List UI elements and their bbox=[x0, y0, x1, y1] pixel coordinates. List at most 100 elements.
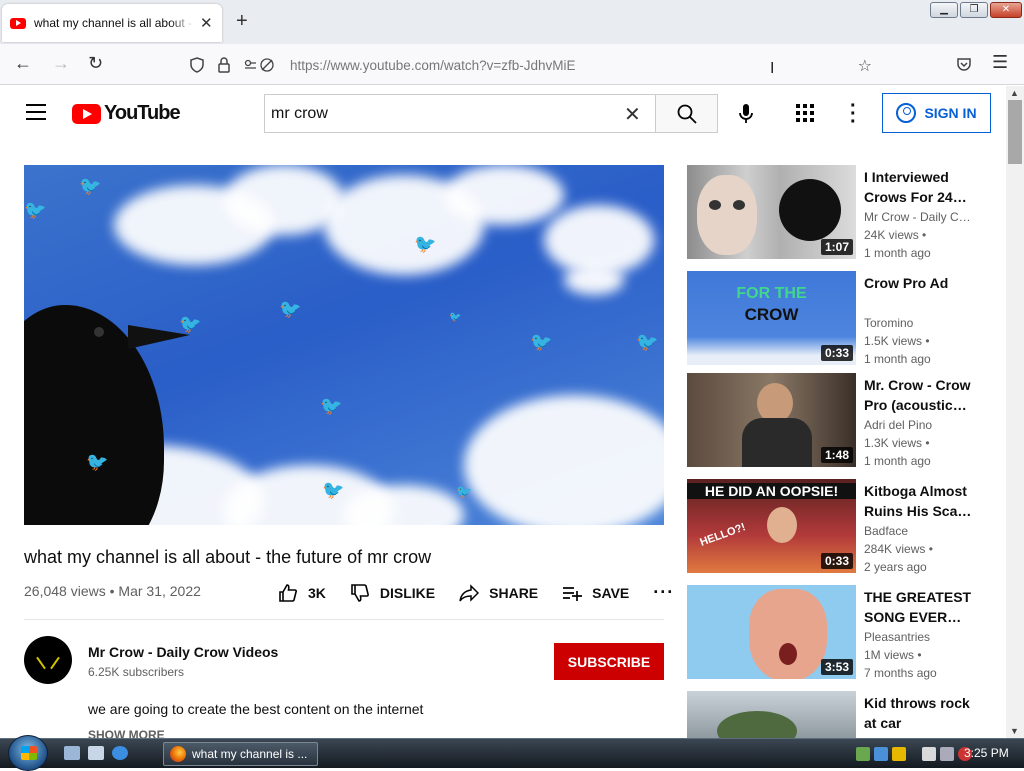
related-age: 1 month ago bbox=[864, 454, 931, 468]
sign-in-button[interactable]: SIGN IN bbox=[882, 93, 991, 133]
minimize-button[interactable]: ▁ bbox=[930, 2, 958, 18]
start-button[interactable] bbox=[8, 735, 48, 771]
thumb-text: FOR THE bbox=[736, 285, 807, 302]
related-views: 1M views • bbox=[864, 648, 922, 662]
playlist-add-icon bbox=[563, 586, 583, 601]
browser-tab[interactable]: what my channel is all about - the futur… bbox=[2, 4, 222, 42]
forward-icon[interactable]: → bbox=[52, 53, 70, 74]
apps-icon[interactable] bbox=[796, 104, 814, 122]
related-age: 1 month ago bbox=[864, 352, 931, 366]
related-title[interactable]: I Interviewed Crows For 24… bbox=[864, 167, 974, 207]
subscriber-count: 6.25K subscribers bbox=[88, 665, 185, 679]
video-thumbnail[interactable]: 1:48 bbox=[687, 373, 856, 467]
related-channel[interactable]: Mr Crow - Daily C… bbox=[864, 210, 974, 224]
related-title[interactable]: THE GREATEST SONG EVER… bbox=[864, 587, 974, 627]
youtube-logo[interactable]: YouTube bbox=[72, 102, 181, 125]
browser-menu-icon[interactable]: ☰ bbox=[992, 52, 1008, 73]
pocket-icon[interactable] bbox=[956, 56, 972, 72]
thumb-text: CROW bbox=[744, 305, 799, 324]
video-duration: 0:33 bbox=[820, 345, 853, 361]
video-thumbnail[interactable]: HE DID AN OOPSIE! HELLO?! 0:33 bbox=[687, 479, 856, 573]
related-channel[interactable]: Badface bbox=[864, 524, 974, 538]
youtube-header: YouTube ✕ ··· SIGN IN bbox=[0, 86, 1006, 142]
star-icon[interactable]: ☆ bbox=[858, 56, 872, 76]
url-bar[interactable]: https://www.youtube.com/watch?v=zfb-Jdhv… bbox=[180, 50, 880, 80]
channel-name[interactable]: Mr Crow - Daily Crow Videos bbox=[88, 644, 278, 660]
voice-search-button[interactable] bbox=[728, 96, 764, 132]
video-thumbnail[interactable]: 3:53 bbox=[687, 585, 856, 679]
tray-monitor-icon[interactable] bbox=[940, 747, 954, 761]
related-channel[interactable]: Toromino bbox=[864, 316, 974, 330]
related-title[interactable]: Kitboga Almost Ruins His Sca… bbox=[864, 481, 974, 521]
thumb-text: HELLO?! bbox=[698, 521, 748, 549]
scroll-up-arrow-icon[interactable]: ▲ bbox=[1010, 88, 1019, 98]
related-age: 2 years ago bbox=[864, 560, 927, 574]
taskbar-firefox-window[interactable]: what my channel is ... bbox=[163, 742, 318, 766]
more-vert-icon[interactable]: · · · bbox=[850, 96, 857, 132]
related-channel[interactable]: Pleasantries bbox=[864, 630, 974, 644]
tray-network-icon[interactable] bbox=[856, 747, 870, 761]
clock[interactable]: 3:25 PM bbox=[964, 746, 1009, 760]
video-description: we are going to create the best content … bbox=[88, 701, 424, 717]
related-channel[interactable]: Adri del Pino bbox=[864, 418, 974, 432]
related-video[interactable]: 1:07 I Interviewed Crows For 24… Mr Crow… bbox=[687, 165, 987, 261]
tray-app-icon[interactable] bbox=[892, 747, 906, 761]
video-duration: 0:33 bbox=[820, 553, 853, 569]
internet-explorer-icon[interactable] bbox=[112, 746, 128, 760]
related-video[interactable]: 3:53 THE GREATEST SONG EVER… Pleasantrie… bbox=[687, 585, 987, 681]
page-scrollbar[interactable]: ▲ ▼ bbox=[1006, 86, 1024, 738]
switch-windows-icon[interactable] bbox=[88, 746, 104, 760]
related-age: 1 month ago bbox=[864, 246, 931, 260]
like-button[interactable]: 3K bbox=[278, 583, 326, 603]
related-video[interactable]: HE DID AN OOPSIE! HELLO?! 0:33 Kitboga A… bbox=[687, 479, 987, 575]
video-thumbnail[interactable]: 1:07 bbox=[687, 165, 856, 259]
save-button[interactable]: SAVE bbox=[562, 585, 629, 601]
related-title[interactable]: Crow Pro Ad bbox=[864, 273, 974, 293]
clear-search-icon[interactable]: ✕ bbox=[624, 102, 641, 127]
show-desktop-icon[interactable] bbox=[64, 746, 80, 760]
lock-icon[interactable] bbox=[218, 57, 230, 73]
tab-title: what my channel is all about - the futur… bbox=[34, 16, 194, 30]
related-video[interactable]: Kid throws rock at car bbox=[687, 691, 987, 738]
firefox-icon bbox=[170, 746, 186, 762]
search-input[interactable] bbox=[264, 94, 655, 133]
related-views: 1.5K views • bbox=[864, 334, 930, 348]
video-title: what my channel is all about - the futur… bbox=[24, 547, 432, 567]
tab-close-icon[interactable]: ✕ bbox=[200, 14, 213, 32]
more-horiz-icon[interactable]: ··· bbox=[653, 582, 674, 603]
related-title[interactable]: Mr. Crow - Crow Pro (acoustic… bbox=[864, 375, 974, 415]
tray-app-icon[interactable] bbox=[874, 747, 888, 761]
restore-button[interactable]: ❐ bbox=[960, 2, 988, 18]
video-thumbnail[interactable] bbox=[687, 691, 856, 738]
related-views: 24K views • bbox=[864, 228, 927, 242]
dislike-button[interactable]: DISLIKE bbox=[350, 583, 435, 603]
search-button[interactable] bbox=[655, 94, 718, 133]
save-label: SAVE bbox=[592, 584, 630, 601]
subscribe-button[interactable]: SUBSCRIBE bbox=[554, 643, 664, 680]
channel-avatar[interactable] bbox=[24, 636, 72, 684]
search-box: ✕ bbox=[264, 94, 718, 133]
scroll-down-arrow-icon[interactable]: ▼ bbox=[1010, 726, 1019, 736]
close-window-button[interactable]: ✕ bbox=[990, 2, 1022, 18]
share-button[interactable]: SHARE bbox=[459, 583, 539, 602]
reload-icon[interactable]: ↻ bbox=[88, 53, 103, 74]
shield-icon[interactable] bbox=[190, 57, 204, 73]
new-tab-plus-icon[interactable]: + bbox=[236, 10, 248, 33]
related-views: 1.3K views • bbox=[864, 436, 930, 450]
related-video[interactable]: FOR THE CROW 0:33 Crow Pro Ad Toromino 1… bbox=[687, 271, 987, 367]
video-thumbnail[interactable]: FOR THE CROW 0:33 bbox=[687, 271, 856, 365]
youtube-wordmark: YouTube bbox=[104, 102, 181, 124]
video-player[interactable]: 🐦 🐦 🐦 🐦 🐦 🐦 🐦 🐦 🐦 🐦 🐦 🐦 bbox=[24, 165, 664, 525]
related-title[interactable]: Kid throws rock at car bbox=[864, 693, 974, 733]
permissions-icon[interactable] bbox=[244, 57, 276, 73]
publish-date: Mar 31, 2022 bbox=[118, 583, 201, 599]
tray-monitor-icon[interactable] bbox=[922, 747, 936, 761]
os-taskbar: what my channel is ... 3:25 PM bbox=[0, 735, 1024, 771]
related-video[interactable]: 1:48 Mr. Crow - Crow Pro (acoustic… Adri… bbox=[687, 373, 987, 469]
hamburger-icon[interactable] bbox=[26, 104, 46, 120]
share-label: SHARE bbox=[489, 584, 539, 601]
back-icon[interactable]: ← bbox=[14, 53, 32, 74]
scrollbar-thumb[interactable] bbox=[1008, 100, 1022, 164]
youtube-play-icon bbox=[72, 103, 101, 124]
like-count: 3K bbox=[308, 584, 326, 601]
